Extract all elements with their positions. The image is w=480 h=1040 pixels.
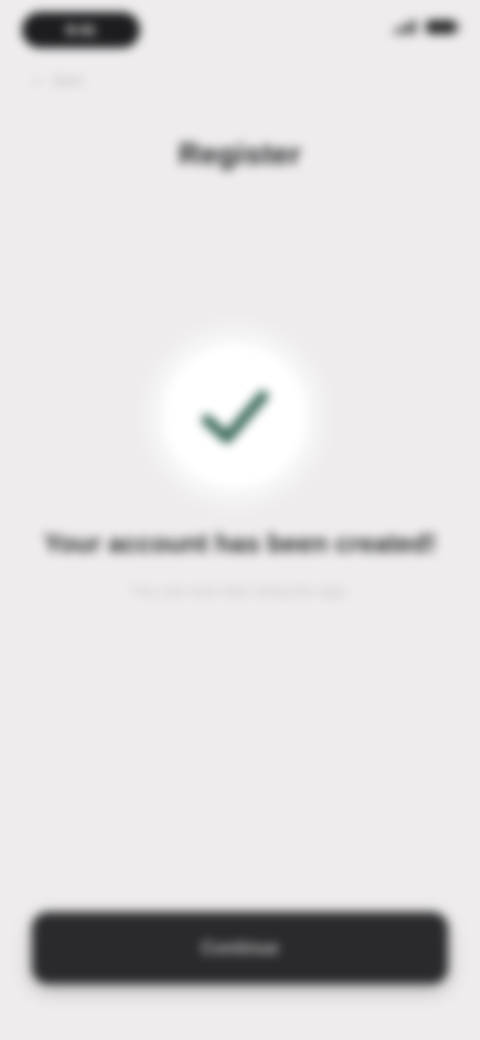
back-button[interactable]: ← Back — [30, 68, 83, 92]
success-badge — [165, 346, 305, 486]
continue-button-label: Continue — [201, 937, 279, 958]
status-bar: 9:41 — [22, 12, 460, 48]
confirmation-subtitle: You can now start using the app. — [131, 583, 349, 600]
status-icons — [394, 20, 460, 34]
page-title: Register — [178, 138, 302, 171]
battery-icon — [426, 20, 460, 34]
status-time: 9:41 — [22, 12, 140, 48]
signal-icon — [394, 20, 416, 34]
checkmark-icon — [201, 390, 269, 444]
chevron-left-icon: ← — [30, 71, 46, 88]
continue-button[interactable]: Continue — [32, 912, 448, 984]
confirmation-title: Your account has been created! — [43, 528, 437, 558]
screen: 9:41 ← Back Register Your account has be… — [0, 0, 480, 1040]
back-label: Back — [54, 72, 83, 88]
